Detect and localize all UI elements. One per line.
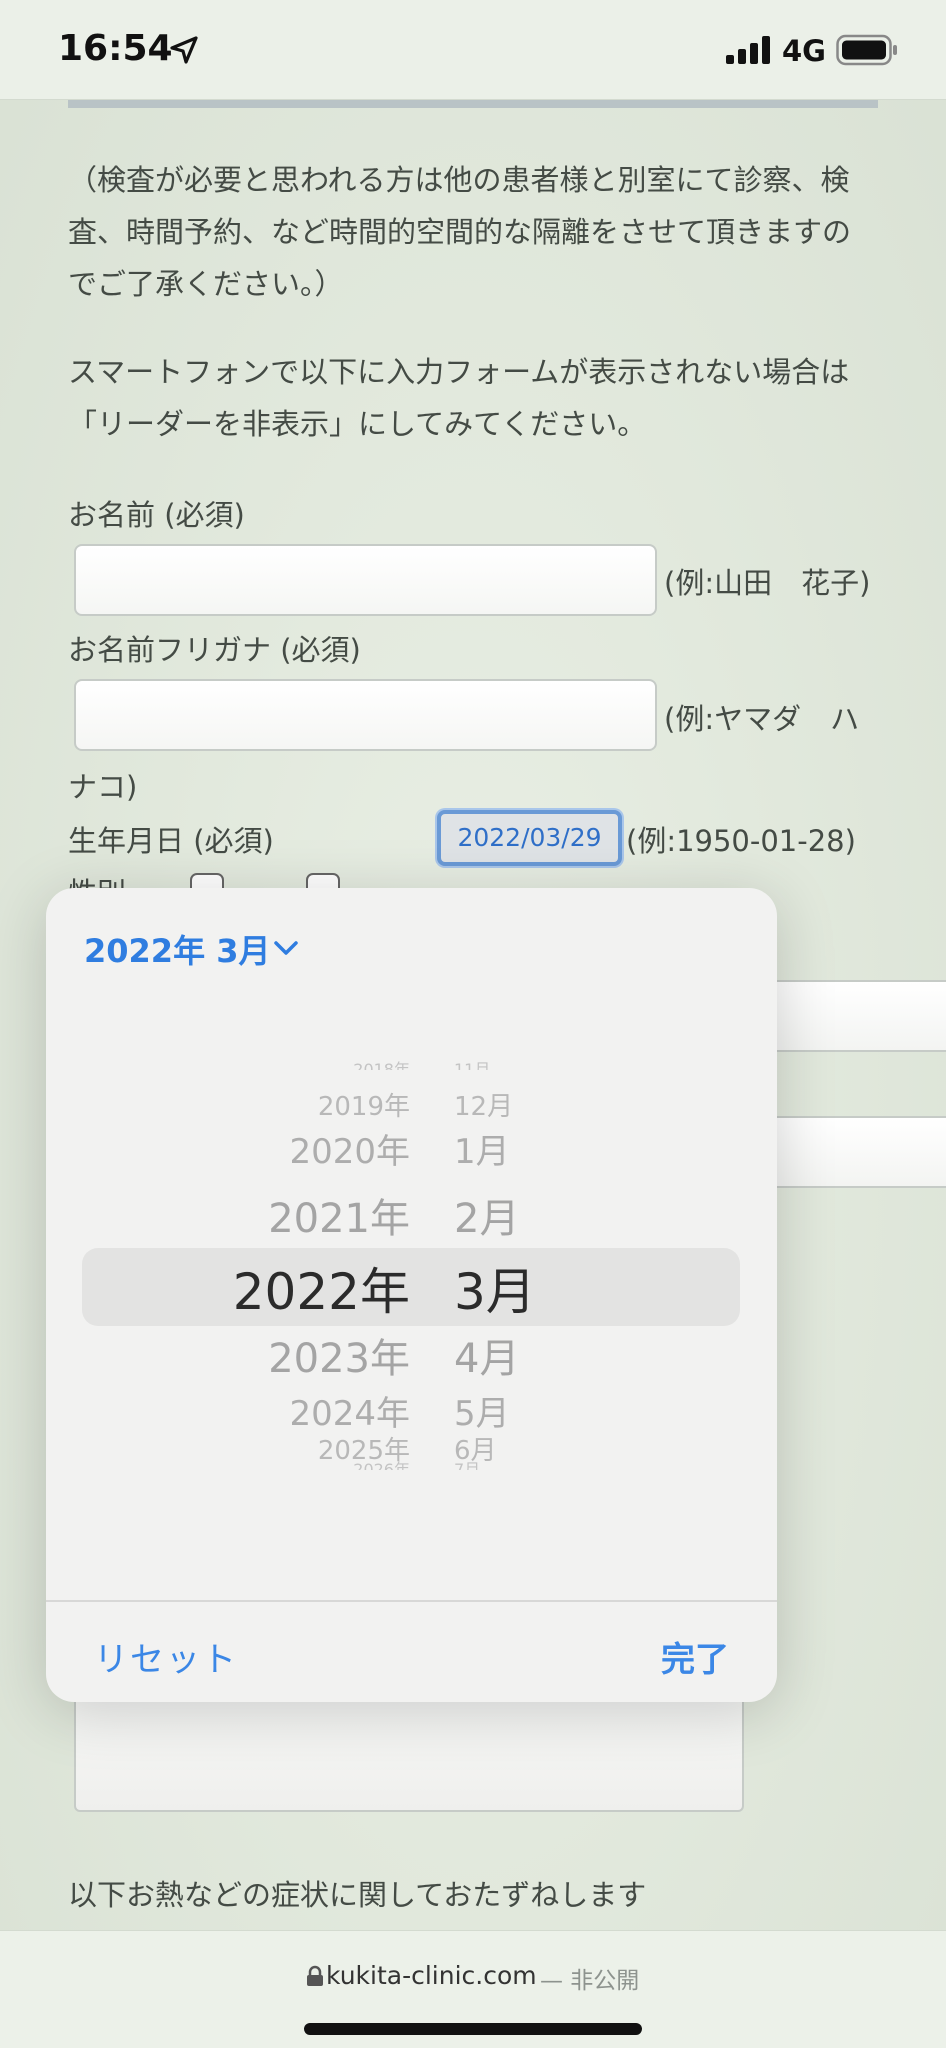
lock-icon — [307, 1965, 323, 1986]
network-label: 4G — [782, 34, 826, 68]
wheel-month-label: 1月 — [454, 1132, 510, 1172]
wheel-row[interactable]: 2018年 11月 — [46, 1056, 777, 1070]
gender-label: 性別 — [68, 870, 126, 890]
wheel-row[interactable]: 2026年 7月 — [46, 1456, 777, 1470]
home-indicator[interactable] — [304, 2023, 642, 2035]
wheel-month-label: 12月 — [454, 1092, 514, 1122]
birthdate-label: 生年月日 (必須) — [68, 824, 274, 858]
smartphone-note: スマートフォンで以下に入力フォームが表示されない場合は「リーダーを非表示」にして… — [68, 355, 850, 441]
background-input-2[interactable] — [770, 1116, 946, 1188]
reset-button[interactable]: リセット — [94, 1632, 238, 1681]
date-wheel[interactable]: 2018年 11月 2019年 12月 2020年 1月 2021年 2月 2022年 3月 202… — [46, 1060, 777, 1488]
wheel-month-label: 3月 — [454, 1263, 536, 1321]
section-divider — [68, 100, 878, 108]
done-button[interactable]: 完了 — [661, 1632, 729, 1681]
wheel-row[interactable]: 2022年 3月 — [46, 1252, 777, 1321]
wheel-row[interactable]: 2023年 4月 — [46, 1326, 777, 1382]
wheel-year-label: 2026年 — [353, 1460, 410, 1470]
background-textarea[interactable] — [74, 1700, 744, 1812]
wheel-row[interactable]: 2020年 1月 — [46, 1124, 777, 1172]
wheel-year-label: 2022年 — [232, 1263, 410, 1321]
wheel-year-label: 2018年 — [353, 1060, 410, 1070]
isolation-notice: （検査が必要と思われる方は他の患者様と別室にて診察、検査、時間予約、など時間的空… — [68, 163, 852, 301]
furigana-label: お名前フリガナ (必須) — [68, 633, 361, 667]
birthdate-input[interactable]: 2022/03/29 — [437, 810, 622, 866]
wheel-month-label: 5月 — [454, 1394, 510, 1434]
wheel-month-label: 11月 — [454, 1060, 491, 1070]
date-picker-popover: 2022年 3月 2018年 11月 2019年 12月 2020年 1月 2021年 2月 2… — [46, 888, 777, 1702]
wheel-year-label: 2023年 — [268, 1336, 410, 1382]
url-privacy-label: — 非公開 — [540, 1968, 640, 1994]
furigana-example: (例:ヤマダ ハ — [664, 702, 860, 736]
name-label: お名前 (必須) — [68, 498, 245, 532]
name-example: (例:山田 花子) — [664, 566, 871, 600]
wheel-month-label: 4月 — [454, 1336, 520, 1382]
signal-icon — [726, 36, 770, 64]
status-time: 16:54 — [58, 28, 173, 69]
wheel-row[interactable]: 2024年 5月 — [46, 1386, 777, 1434]
chevron-down-icon[interactable] — [272, 938, 300, 958]
url-domain[interactable]: kukita-clinic.com — [326, 1961, 537, 1990]
wheel-row[interactable]: 2021年 2月 — [46, 1186, 777, 1242]
wheel-year-label: 2024年 — [289, 1394, 410, 1434]
wheel-month-label: 7月 — [454, 1460, 481, 1470]
background-input-1[interactable] — [770, 980, 946, 1052]
wheel-year-label: 2019年 — [317, 1092, 410, 1122]
picker-divider — [46, 1600, 777, 1602]
battery-icon — [836, 34, 897, 66]
wheel-month-label: 2月 — [454, 1196, 520, 1242]
furigana-example-cont: ナコ) — [68, 770, 138, 804]
birthdate-example: (例:1950-01-28) — [626, 824, 856, 858]
name-input[interactable] — [74, 544, 657, 616]
wheel-year-label: 2020年 — [289, 1132, 410, 1172]
location-arrow-icon — [170, 36, 198, 64]
picker-month-year-toggle[interactable]: 2022年 3月 — [84, 926, 270, 972]
status-bar: 16:54 4G — [0, 0, 946, 100]
wheel-row[interactable]: 2019年 12月 — [46, 1086, 777, 1122]
furigana-input[interactable] — [74, 679, 657, 751]
wheel-year-label: 2021年 — [268, 1196, 410, 1242]
symptoms-heading: 以下お熱などの症状に関しておたずねします — [68, 1878, 647, 1912]
url-bar: kukita-clinic.com — 非公開 — [0, 1930, 946, 2048]
